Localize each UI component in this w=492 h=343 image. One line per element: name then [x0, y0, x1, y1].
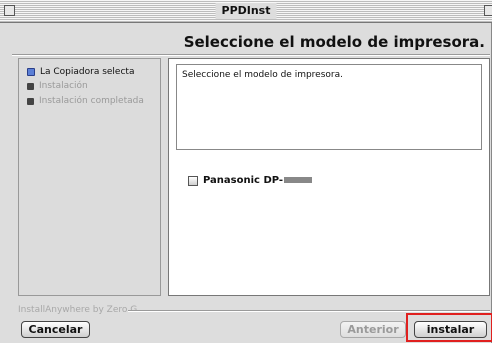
active-step-icon: [27, 68, 35, 76]
redacted-model-number: [284, 177, 313, 183]
page-heading: Seleccione el modelo de impresora.: [183, 33, 485, 51]
inactive-step-icon: [27, 82, 34, 90]
printer-checkbox[interactable]: [188, 175, 198, 186]
header-divider: [12, 54, 490, 56]
step-item-installation: Instalación: [27, 81, 88, 91]
instruction-text: Seleccione el modelo de impresora.: [182, 70, 343, 80]
step-label: Instalación: [39, 81, 88, 91]
previous-button[interactable]: Anterior: [340, 321, 406, 338]
step-item-select-printer: La Copiadora selecta: [27, 67, 134, 77]
steps-panel: La Copiadora selecta Instalación Instala…: [18, 58, 161, 296]
close-box-icon[interactable]: [4, 5, 15, 16]
inactive-step-icon: [27, 97, 34, 105]
step-label: Instalación completada: [39, 96, 144, 106]
title-bar[interactable]: PPDInst: [0, 0, 492, 23]
installer-credit: InstallAnywhere by Zero G: [18, 305, 138, 315]
step-item-installation-complete: Instalación completada: [27, 96, 144, 106]
installer-window: PPDInst Seleccione el modelo de impresor…: [0, 0, 492, 343]
zoom-box-icon[interactable]: [484, 5, 492, 16]
printer-option[interactable]: Panasonic DP-: [188, 175, 313, 186]
footer-divider: [128, 310, 490, 312]
install-button-highlight: [406, 313, 492, 342]
cancel-button[interactable]: Cancelar: [21, 321, 90, 338]
window-title: PPDInst: [215, 3, 277, 19]
step-label: La Copiadora selecta: [40, 67, 135, 77]
printer-option-label: Panasonic DP-: [203, 175, 313, 186]
instruction-box: Seleccione el modelo de impresora.: [176, 64, 482, 150]
content-panel: Seleccione el modelo de impresora. Panas…: [168, 58, 490, 296]
